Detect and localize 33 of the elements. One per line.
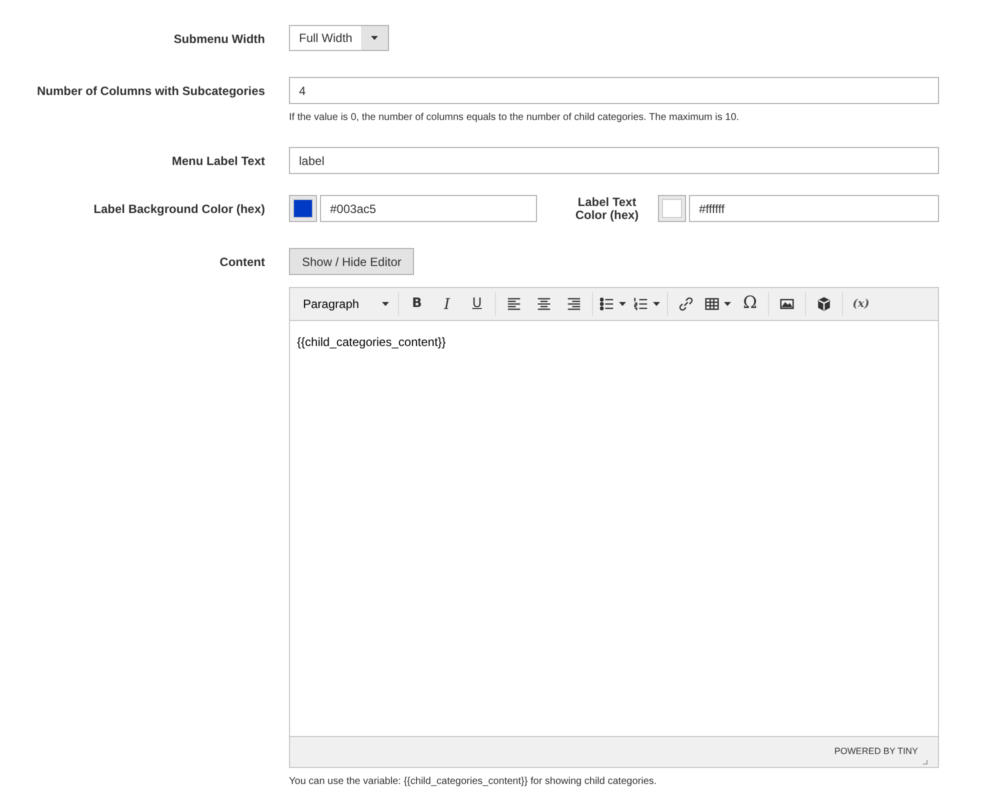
hint-text: You can use the variable: {{child_categories_content}} for showing child categories.	[289, 775, 658, 789]
field-label: Content	[218, 254, 265, 271]
bold-button[interactable]: B	[402, 292, 432, 316]
caret-icon	[724, 302, 731, 306]
color-swatch[interactable]	[658, 195, 686, 222]
toggle-editor-button[interactable]: Show / Hide Editor	[289, 248, 414, 275]
branding-text: POWERED BY TINY	[834, 745, 918, 758]
bullet-list-icon	[600, 297, 614, 311]
caret-icon	[382, 302, 389, 306]
caret-icon	[619, 302, 626, 306]
special-character-button[interactable]: Ω	[735, 292, 765, 316]
color-swatch[interactable]	[289, 195, 317, 222]
table-icon	[705, 297, 719, 311]
variable-button[interactable]: (x)	[846, 292, 876, 316]
text-field[interactable]: 4	[289, 77, 939, 104]
caret-icon	[371, 36, 378, 40]
italic-button[interactable]: I	[432, 292, 462, 316]
field-label: Label Text Color (hex)	[574, 196, 640, 222]
color-field[interactable]: #ffffff	[689, 195, 939, 222]
select-field[interactable]: Full Width	[289, 25, 390, 51]
editor-content[interactable]: {{child_categories_content}}	[290, 321, 938, 736]
underline-button[interactable]: U	[462, 292, 492, 316]
resize-handle-icon[interactable]	[922, 759, 928, 765]
hint-text: If the value is 0, the number of columns equals to the number of child categories. The maximum is 10.	[289, 111, 740, 125]
field-label: Menu Label Text	[170, 153, 265, 170]
color-field[interactable]: #003ac5	[320, 195, 537, 222]
field-label: Label Background Color (hex)	[92, 201, 265, 218]
numbered-list-icon	[634, 297, 648, 311]
field-label: Submenu Width	[172, 31, 265, 48]
caret-icon	[653, 302, 660, 306]
text-field[interactable]: label	[289, 147, 939, 174]
field-label: Number of Columns with Subcategories	[36, 83, 265, 100]
format-dropdown[interactable]: Paragraph	[297, 295, 395, 313]
